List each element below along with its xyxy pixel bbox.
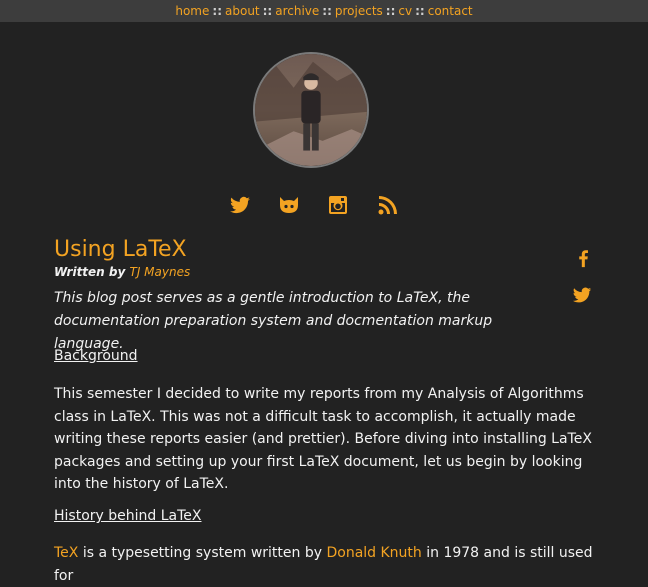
profile-avatar <box>253 52 369 168</box>
social-links <box>0 193 648 219</box>
nav-archive-link[interactable]: archive <box>275 4 319 18</box>
nav-home-link[interactable]: home <box>175 4 209 18</box>
nav-separator: :: <box>415 4 425 18</box>
nav-about-link[interactable]: about <box>225 4 260 18</box>
nav-contact-link[interactable]: contact <box>428 4 473 18</box>
github-icon[interactable] <box>277 193 301 217</box>
nav-cv-link[interactable]: cv <box>398 4 412 18</box>
nav-separator: :: <box>212 4 222 18</box>
author-link[interactable]: TJ Maynes <box>130 265 191 279</box>
twitter-icon[interactable] <box>571 284 593 306</box>
section-background-text: This semester I decided to write my repo… <box>54 386 592 492</box>
top-navigation: home:: about:: archive:: projects:: cv:: cont… <box>0 0 648 22</box>
byline: Written by TJ Maynes <box>54 265 190 279</box>
section-history-text: TeX is a typesetting system written by D… <box>54 542 594 587</box>
tex-link[interactable]: TeX <box>54 545 78 561</box>
post-lead: This blog post serves as a gentle introd… <box>54 290 493 352</box>
nav-separator: :: <box>262 4 273 18</box>
donald-knuth-link[interactable]: Donald Knuth <box>326 545 421 561</box>
twitter-icon[interactable] <box>228 193 252 217</box>
section-heading-background: Background <box>54 348 138 364</box>
rss-icon[interactable] <box>376 193 400 217</box>
section-heading-history: History behind LaTeX <box>54 508 202 524</box>
nav-separator: :: <box>322 4 332 18</box>
facebook-icon[interactable] <box>572 247 594 269</box>
post-title: Using LaTeX <box>54 237 187 262</box>
instagram-icon[interactable] <box>326 193 350 217</box>
nav-separator: :: <box>385 4 396 18</box>
nav-projects-link[interactable]: projects <box>335 4 383 18</box>
history-text-part1: is a typesetting system written by <box>78 545 327 561</box>
byline-prefix: Written by <box>54 265 126 279</box>
